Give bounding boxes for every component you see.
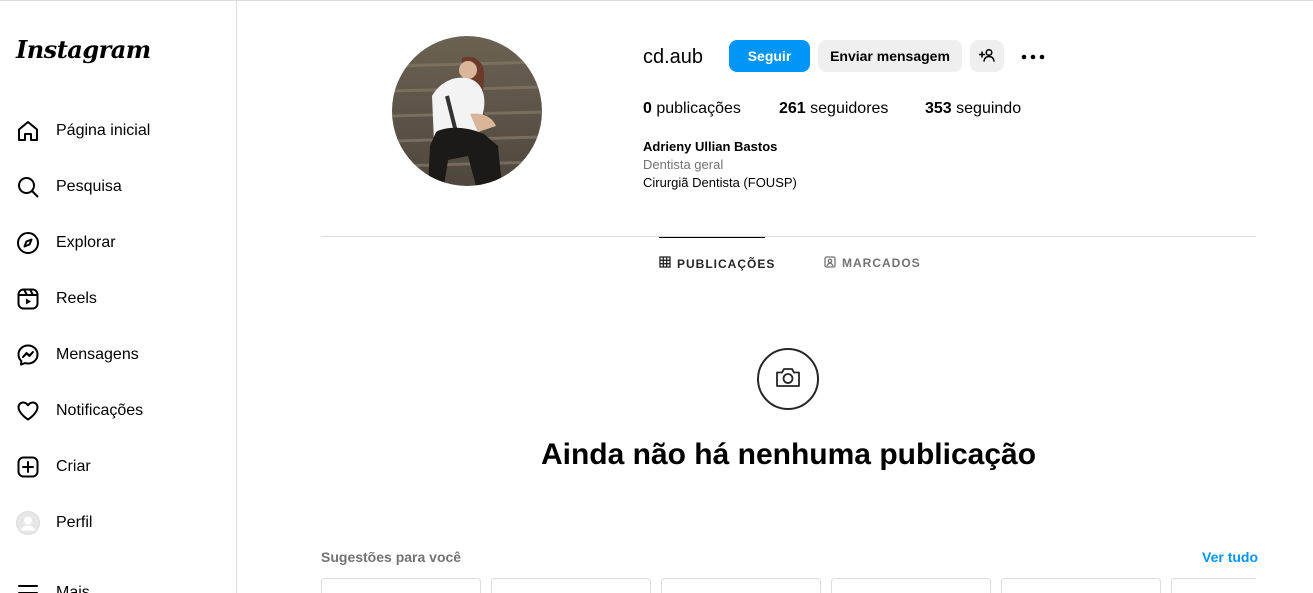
add-person-icon (978, 47, 995, 66)
sidebar-item-search[interactable]: Pesquisa (0, 163, 236, 211)
sidebar-item-messages[interactable]: Mensagens (0, 331, 236, 379)
instagram-logo[interactable]: Instagram (16, 35, 151, 64)
tagged-icon (824, 255, 842, 271)
sidebar-item-label: Perfil (56, 514, 93, 531)
sidebar-item-create[interactable]: Criar (0, 443, 236, 491)
profile-username: cd.aub (643, 46, 704, 68)
sidebar-item-reels[interactable]: Reels (0, 275, 236, 323)
profile-full-name: Adrieny Ullian Bastos (643, 139, 778, 154)
profile-category: Dentista geral (643, 157, 724, 172)
suggestion-card[interactable] (1171, 578, 1256, 593)
tab-posts[interactable]: PUBLICAÇÕES (659, 237, 774, 289)
empty-state-camera (757, 348, 819, 410)
menu-icon (16, 581, 40, 593)
profile-bio: Cirurgiã Dentista (FOUSP) (643, 175, 797, 190)
sidebar-item-label: Reels (56, 290, 97, 307)
suggestion-card[interactable] (831, 578, 991, 593)
sidebar-item-label: Página inicial (56, 122, 151, 139)
sidebar-item-label: Explorar (56, 234, 116, 251)
sidebar-item-profile[interactable]: Perfil (0, 499, 236, 547)
tab-label: PUBLICAÇÕES (677, 256, 776, 271)
suggestion-card[interactable] (1001, 578, 1161, 593)
sidebar-item-explore[interactable]: Explorar (0, 219, 236, 267)
sidebar-item-home[interactable]: Página inicial (0, 107, 236, 155)
following-count[interactable]: 353 seguindo (925, 100, 1021, 118)
followers-count[interactable]: 261 seguidores (779, 100, 888, 118)
camera-icon (775, 366, 801, 393)
sidebar-item-label: Criar (56, 458, 91, 475)
empty-state-title: Ainda não há nenhuma publicação (540, 438, 1037, 471)
suggest-accounts-button[interactable] (970, 40, 1004, 72)
compass-icon (16, 231, 40, 255)
follow-button[interactable]: Seguir (729, 40, 810, 72)
sidebar-item-label: Pesquisa (56, 178, 122, 195)
send-message-button[interactable]: Enviar mensagem (818, 40, 962, 72)
see-all-link[interactable]: Ver tudo (1202, 549, 1258, 565)
avatar-icon (16, 511, 40, 535)
sidebar: Instagram Página inicial Pesquisa Explor… (0, 1, 237, 593)
sidebar-item-label: Mais (56, 584, 90, 593)
plus-square-icon (16, 455, 40, 479)
profile-avatar[interactable] (392, 36, 542, 186)
tab-tagged[interactable]: MARCADOS (824, 237, 921, 289)
search-icon (16, 175, 40, 199)
suggestion-card[interactable] (321, 578, 481, 593)
heart-icon (16, 399, 40, 423)
grid-icon (659, 256, 677, 271)
sidebar-item-more[interactable]: Mais (0, 569, 236, 593)
more-options-icon (1021, 47, 1045, 65)
suggestion-card[interactable] (661, 578, 821, 593)
messenger-icon (16, 343, 40, 367)
posts-count: 0 publicações (643, 100, 741, 117)
reels-icon (16, 287, 40, 311)
options-button[interactable] (1019, 45, 1047, 67)
home-icon (16, 119, 40, 143)
suggestions-strip (321, 578, 1256, 593)
suggestion-card[interactable] (491, 578, 651, 593)
sidebar-item-label: Mensagens (56, 346, 139, 363)
tab-label: MARCADOS (842, 256, 921, 270)
sidebar-item-notifications[interactable]: Notificações (0, 387, 236, 435)
tabs-divider (321, 236, 1256, 237)
suggestions-title: Sugestões para você (321, 549, 462, 565)
sidebar-item-label: Notificações (56, 402, 144, 419)
